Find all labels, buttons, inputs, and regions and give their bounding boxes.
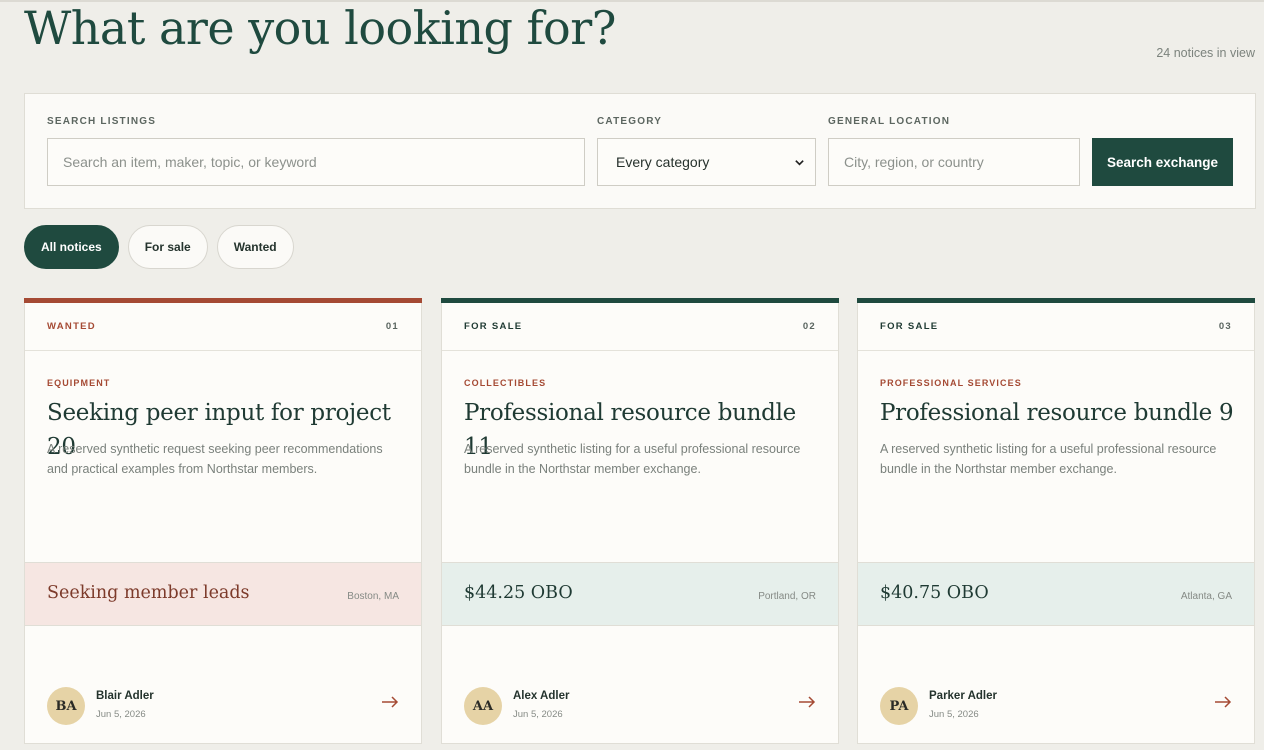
category-label: CATEGORY xyxy=(597,116,663,127)
listing-location: Boston, MA xyxy=(347,591,399,602)
search-input[interactable]: Search an item, maker, topic, or keyword xyxy=(47,138,585,186)
listing-card[interactable]: FOR SALE 02 COLLECTIBLES Professional re… xyxy=(441,298,839,744)
filter-wanted[interactable]: Wanted xyxy=(216,225,294,269)
listing-description: A reserved synthetic listing for a usefu… xyxy=(464,442,801,476)
price-band: $44.25 OBO Portland, OR xyxy=(442,562,838,626)
author-name: Parker Adler xyxy=(929,690,997,702)
card-header: FOR SALE 03 xyxy=(858,303,1254,351)
arrow-right-icon[interactable] xyxy=(381,695,399,709)
listing-category: COLLECTIBLES xyxy=(464,378,547,388)
post-date: Jun 5, 2026 xyxy=(96,709,146,720)
search-input-placeholder: Search an item, maker, topic, or keyword xyxy=(63,154,317,170)
page-title: What are you looking for? xyxy=(24,1,616,55)
search-listings-label: SEARCH LISTINGS xyxy=(47,116,157,127)
arrow-right-icon[interactable] xyxy=(798,695,816,709)
listing-title[interactable]: Professional resource bundle 9 xyxy=(880,396,1240,430)
search-panel: SEARCH LISTINGS Search an item, maker, t… xyxy=(24,93,1256,209)
listing-card[interactable]: WANTED 01 EQUIPMENT Seeking peer input f… xyxy=(24,298,422,744)
listing-card[interactable]: FOR SALE 03 PROFESSIONAL SERVICES Profes… xyxy=(857,298,1255,744)
avatar: AA xyxy=(464,687,502,725)
avatar: BA xyxy=(47,687,85,725)
category-select[interactable]: Every category xyxy=(597,138,816,186)
location-input-placeholder: City, region, or country xyxy=(844,154,984,170)
author-name: Blair Adler xyxy=(96,690,154,702)
listing-description: A reserved synthetic listing for a usefu… xyxy=(880,442,1217,476)
avatar: PA xyxy=(880,687,918,725)
card-header: FOR SALE 02 xyxy=(442,303,838,351)
listing-price: $44.25 OBO xyxy=(464,583,573,603)
listing-type-tag: WANTED xyxy=(47,321,96,332)
post-date: Jun 5, 2026 xyxy=(513,709,563,720)
listing-price: $40.75 OBO xyxy=(880,583,989,603)
listing-description: A reserved synthetic request seeking pee… xyxy=(47,442,383,476)
listing-type-tag: FOR SALE xyxy=(464,321,523,332)
listing-category: PROFESSIONAL SERVICES xyxy=(880,378,1022,388)
notice-count: 24 notices in view xyxy=(1156,46,1255,60)
listing-price: Seeking member leads xyxy=(47,583,250,603)
post-date: Jun 5, 2026 xyxy=(929,709,979,720)
location-input[interactable]: City, region, or country xyxy=(828,138,1080,186)
page: What are you looking for? 24 notices in … xyxy=(0,0,1264,750)
price-band: $40.75 OBO Atlanta, GA xyxy=(858,562,1254,626)
chevron-down-icon xyxy=(795,159,804,166)
search-exchange-button[interactable]: Search exchange xyxy=(1092,138,1233,186)
listing-location: Atlanta, GA xyxy=(1180,591,1232,602)
filter-pills: All notices For sale Wanted xyxy=(24,225,294,269)
listing-category: EQUIPMENT xyxy=(47,378,111,388)
general-location-label: GENERAL LOCATION xyxy=(828,116,951,127)
listing-type-tag: FOR SALE xyxy=(880,321,939,332)
author-name: Alex Adler xyxy=(513,690,570,702)
listing-number: 03 xyxy=(1218,321,1232,332)
listing-location: Portland, OR xyxy=(758,591,816,602)
listing-number: 01 xyxy=(385,321,399,332)
category-select-value: Every category xyxy=(616,154,710,170)
filter-all-notices[interactable]: All notices xyxy=(24,225,119,269)
filter-for-sale[interactable]: For sale xyxy=(127,225,208,269)
card-header: WANTED 01 xyxy=(25,303,421,351)
listing-number: 02 xyxy=(802,321,816,332)
arrow-right-icon[interactable] xyxy=(1214,695,1232,709)
price-band: Seeking member leads Boston, MA xyxy=(25,562,421,626)
